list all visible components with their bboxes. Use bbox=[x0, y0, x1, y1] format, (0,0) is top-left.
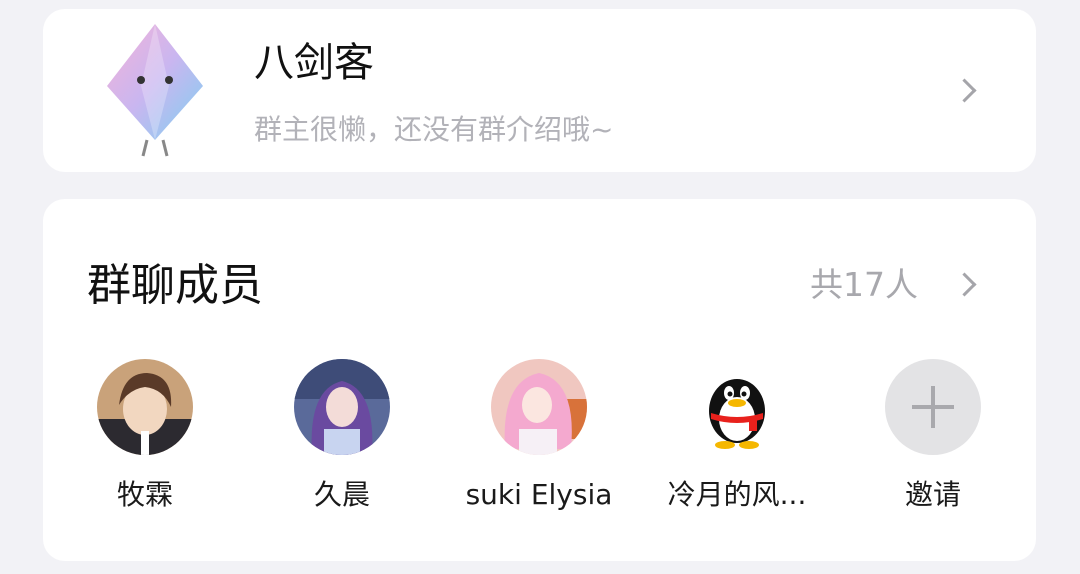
qq-penguin-icon bbox=[709, 379, 765, 449]
anime-girl-purple-avatar-icon bbox=[294, 359, 390, 455]
group-members-card: 群聊成员 共17人 牧霖 久晨 suki Elysia 冷月的风... 邀请 bbox=[43, 199, 1036, 561]
group-name: 八剑客 bbox=[254, 40, 374, 86]
member-avatar[interactable] bbox=[294, 359, 390, 455]
member-item[interactable]: 冷月的风... bbox=[657, 359, 817, 513]
member-item[interactable]: 牧霖 bbox=[65, 359, 225, 513]
anime-boy-avatar-icon bbox=[97, 359, 193, 455]
group-info-card[interactable]: 八剑客 群主很懒，还没有群介绍哦~ bbox=[43, 9, 1036, 172]
invite-label: 邀请 bbox=[904, 478, 961, 511]
member-item[interactable]: 久晨 bbox=[262, 359, 422, 513]
member-name: 牧霖 bbox=[116, 478, 173, 511]
group-avatar bbox=[99, 22, 211, 160]
plus-icon bbox=[931, 386, 935, 428]
chevron-right-icon[interactable] bbox=[952, 272, 977, 297]
members-count[interactable]: 共17人 bbox=[810, 263, 918, 307]
invite-member-item[interactable]: 邀请 bbox=[853, 359, 1013, 513]
member-item[interactable]: suki Elysia bbox=[459, 359, 619, 513]
member-name: 久晨 bbox=[313, 478, 370, 511]
member-avatar[interactable] bbox=[97, 359, 193, 455]
chevron-right-icon[interactable] bbox=[952, 78, 977, 103]
member-avatar[interactable] bbox=[689, 359, 785, 455]
members-section-title: 群聊成员 bbox=[87, 260, 263, 311]
anime-girl-pink-avatar-icon bbox=[491, 359, 587, 455]
member-name: 冷月的风... bbox=[667, 478, 807, 511]
crystal-sticker-icon bbox=[107, 24, 203, 157]
group-description: 群主很懒，还没有群介绍哦~ bbox=[254, 113, 614, 146]
member-avatar[interactable] bbox=[491, 359, 587, 455]
member-name: suki Elysia bbox=[465, 478, 613, 511]
invite-button[interactable] bbox=[885, 359, 981, 455]
